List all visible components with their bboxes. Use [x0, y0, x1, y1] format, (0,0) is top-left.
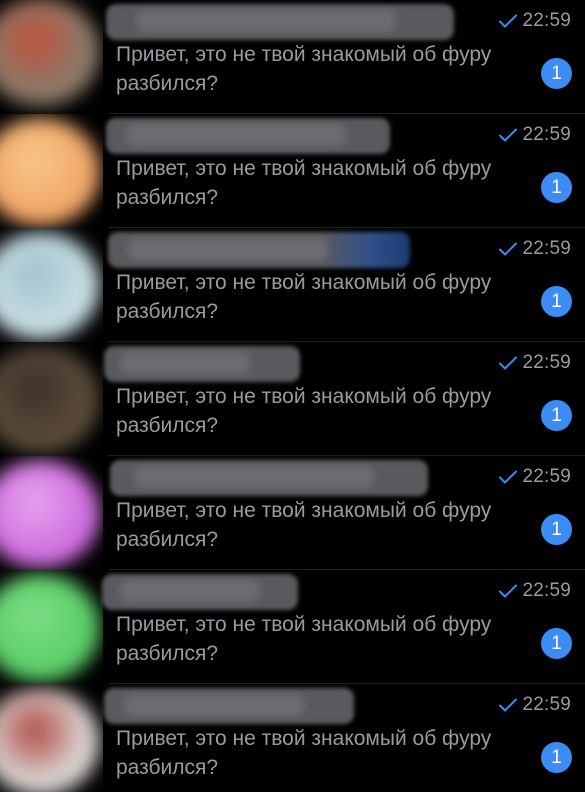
avatar-image	[0, 346, 100, 454]
chat-row[interactable]: 22:59 Привет, это не твой знакомый об фу…	[0, 342, 585, 456]
sent-check-icon	[498, 241, 518, 257]
avatar-image	[0, 688, 100, 792]
chat-row[interactable]: 22:59 Привет, это не твой знакомый об фу…	[0, 0, 585, 114]
sent-check-icon	[498, 127, 518, 143]
contact-name-redacted	[108, 232, 410, 268]
avatar[interactable]	[0, 114, 103, 228]
message-time: 22:59	[522, 238, 571, 259]
unread-badge: 1	[541, 172, 572, 203]
message-time: 22:59	[522, 10, 571, 31]
sent-check-icon	[498, 697, 518, 713]
message-preview: Привет, это не твой знакомый об фуру раз…	[116, 727, 492, 779]
message-preview: Привет, это не твой знакомый об фуру раз…	[116, 613, 492, 665]
contact-name-redacted	[104, 346, 300, 382]
unread-badge: 1	[541, 628, 572, 659]
message-preview: Привет, это не твой знакомый об фуру раз…	[116, 385, 492, 437]
message-time: 22:59	[522, 694, 571, 715]
unread-badge: 1	[541, 514, 572, 545]
message-time: 22:59	[522, 124, 571, 145]
chat-row[interactable]: 22:59 Привет, это не твой знакомый об фу…	[0, 456, 585, 570]
contact-name-redacted	[102, 574, 298, 610]
message-preview: Привет, это не твой знакомый об фуру раз…	[116, 157, 492, 209]
message-meta: 22:59	[498, 238, 571, 260]
message-meta: 22:59	[498, 694, 571, 716]
avatar[interactable]	[0, 456, 103, 570]
chat-row[interactable]: 22:59 Привет, это не твой знакомый об фу…	[0, 228, 585, 342]
avatar[interactable]	[0, 0, 103, 114]
contact-name-redacted	[104, 688, 354, 724]
message-meta: 22:59	[498, 352, 571, 374]
avatar[interactable]	[0, 684, 103, 792]
unread-badge: 1	[541, 742, 572, 773]
message-meta: 22:59	[498, 580, 571, 602]
message-preview: Привет, это не твой знакомый об фуру раз…	[116, 499, 492, 551]
avatar[interactable]	[0, 570, 103, 684]
avatar-image	[0, 0, 100, 106]
avatar-image	[0, 460, 100, 568]
chat-row[interactable]: 22:59 Привет, это не твой знакомый об фу…	[0, 570, 585, 684]
contact-name-redacted	[110, 460, 428, 496]
unread-badge: 1	[541, 58, 572, 89]
chat-list: 22:59 Привет, это не твой знакомый об фу…	[0, 0, 585, 792]
contact-name-redacted	[106, 118, 390, 154]
avatar[interactable]	[0, 342, 103, 456]
message-meta: 22:59	[498, 466, 571, 488]
avatar-image	[0, 574, 100, 682]
unread-badge: 1	[541, 400, 572, 431]
message-meta: 22:59	[498, 124, 571, 146]
message-time: 22:59	[522, 580, 571, 601]
unread-badge: 1	[541, 286, 572, 317]
sent-check-icon	[498, 583, 518, 599]
sent-check-icon	[498, 355, 518, 371]
message-meta: 22:59	[498, 10, 571, 32]
contact-name-redacted	[106, 4, 454, 40]
avatar-image	[0, 118, 100, 226]
sent-check-icon	[498, 13, 518, 29]
avatar[interactable]	[0, 228, 103, 342]
sent-check-icon	[498, 469, 518, 485]
message-preview: Привет, это не твой знакомый об фуру раз…	[116, 271, 492, 323]
chat-row[interactable]: 22:59 Привет, это не твой знакомый об фу…	[0, 684, 585, 792]
message-time: 22:59	[522, 466, 571, 487]
message-preview: Привет, это не твой знакомый об фуру раз…	[116, 43, 492, 95]
avatar-image	[0, 232, 100, 340]
chat-row[interactable]: 22:59 Привет, это не твой знакомый об фу…	[0, 114, 585, 228]
message-time: 22:59	[522, 352, 571, 373]
